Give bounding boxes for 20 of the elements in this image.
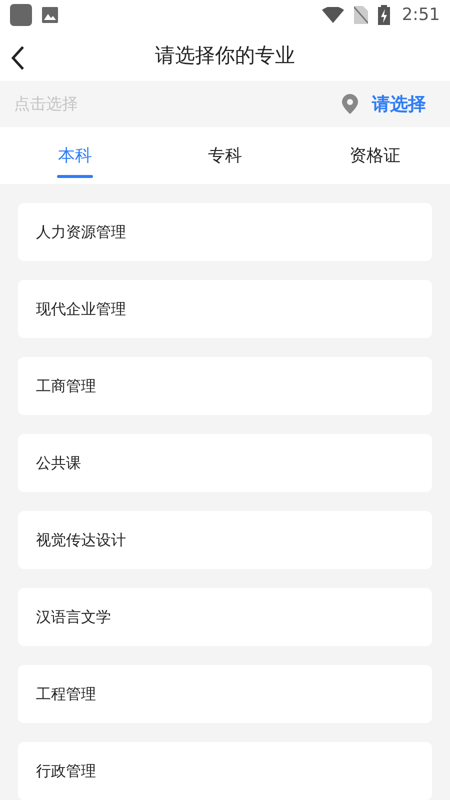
tab[interactable]: 资格证 <box>300 127 450 184</box>
location-pin-icon <box>342 94 358 114</box>
clock-time: 2:51 <box>402 5 440 26</box>
no-sim-icon <box>354 6 368 24</box>
major-item[interactable]: 工程管理 <box>18 665 432 723</box>
page-title: 请选择你的专业 <box>155 42 295 70</box>
major-item[interactable]: 公共课 <box>18 434 432 492</box>
tab[interactable]: 专科 <box>150 127 300 184</box>
major-item[interactable]: 汉语言文学 <box>18 588 432 646</box>
major-item[interactable]: 工商管理 <box>18 357 432 415</box>
major-item[interactable]: 行政管理 <box>18 742 432 800</box>
image-icon <box>42 7 58 24</box>
wifi-icon <box>322 7 344 24</box>
tab[interactable]: 本科 <box>0 127 150 184</box>
select-button[interactable]: 请选择 <box>372 92 426 116</box>
major-item[interactable]: 现代企业管理 <box>18 280 432 338</box>
app-icon <box>10 4 32 26</box>
major-item[interactable]: 视觉传达设计 <box>18 511 432 569</box>
major-item[interactable]: 人力资源管理 <box>18 203 432 261</box>
battery-charging-icon <box>378 5 390 26</box>
